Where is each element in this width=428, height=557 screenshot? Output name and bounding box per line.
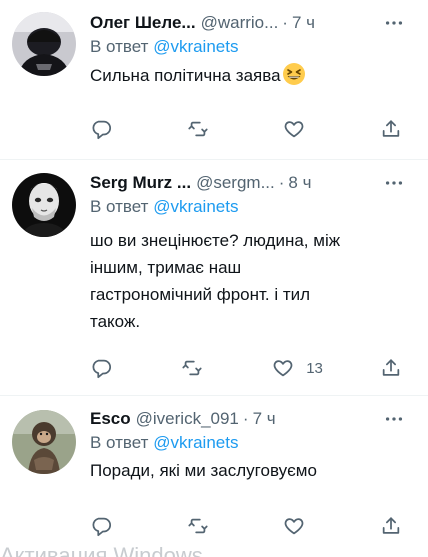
reply-context: В ответ @vkrainets <box>90 433 238 453</box>
tweet-2[interactable]: Serg Murz ... @sergm... · 8 ч В ответ @v… <box>0 160 428 396</box>
reply-mention-link[interactable]: @vkrainets <box>153 433 238 452</box>
tweet-text-line: шо ви знецінюєте? людина, між <box>90 231 341 250</box>
timestamp[interactable]: 7 ч <box>292 13 315 33</box>
ellipsis-icon <box>385 181 403 185</box>
like-button[interactable]: 13 <box>272 353 323 383</box>
author-name[interactable]: Serg Murz ... <box>90 173 191 193</box>
retweet-button[interactable] <box>187 114 221 144</box>
retweet-icon <box>188 518 208 534</box>
ellipsis-icon <box>385 21 403 25</box>
timestamp[interactable]: 8 ч <box>288 173 311 193</box>
like-button[interactable] <box>283 114 317 144</box>
tweet-text-line: також. <box>90 312 141 331</box>
retweet-button[interactable] <box>181 353 215 383</box>
separator-dot: · <box>282 13 288 32</box>
tweet-actions: 13 <box>90 353 410 383</box>
user-avatar-image <box>12 173 76 237</box>
retweet-icon <box>188 121 208 137</box>
share-icon <box>382 120 400 137</box>
reply-prefix: В ответ <box>90 197 149 216</box>
author-name[interactable]: Esco <box>90 409 131 429</box>
reply-mention-link[interactable]: @vkrainets <box>153 37 238 56</box>
more-options-button[interactable] <box>378 171 410 195</box>
author-handle[interactable]: @warrio... <box>201 13 279 33</box>
avatar[interactable] <box>12 173 76 237</box>
reply-icon <box>92 120 112 140</box>
heart-icon <box>284 518 304 535</box>
share-button[interactable] <box>380 353 410 383</box>
reply-button[interactable] <box>90 114 124 144</box>
tweet-1[interactable]: Олег Шеле... @warrio... · 7 ч В ответ @v… <box>0 0 428 160</box>
tweet-text: Сильна політична заява <box>90 62 412 94</box>
tweet-text-line: Сильна політична заява <box>90 66 281 85</box>
tweet-text: шо ви знецінюєте? людина, між іншим, три… <box>90 227 412 335</box>
reply-context: В ответ @vkrainets <box>90 37 238 57</box>
share-button[interactable] <box>380 511 410 541</box>
reply-prefix: В ответ <box>90 37 149 56</box>
retweet-button[interactable] <box>187 511 221 541</box>
separator-dot: · <box>278 173 285 192</box>
reply-button[interactable] <box>90 511 124 541</box>
tweet-text: Поради, які ми заслуговуємо <box>90 458 412 484</box>
user-avatar-image <box>12 12 76 76</box>
avatar[interactable] <box>12 410 76 474</box>
avatar[interactable] <box>12 12 76 76</box>
author-handle[interactable]: @sergm... <box>196 173 275 193</box>
windows-activation-watermark: Активация Windows <box>0 543 203 557</box>
reply-context: В ответ @vkrainets <box>90 197 238 217</box>
tweet-text-line: Поради, які ми заслуговуємо <box>90 461 317 480</box>
reply-icon <box>92 517 112 537</box>
author-name[interactable]: Олег Шеле... <box>90 13 196 33</box>
tweet-text-line: іншим, тримає наш <box>90 258 242 277</box>
share-button[interactable] <box>380 114 410 144</box>
reply-button[interactable] <box>90 353 124 383</box>
user-avatar-image <box>12 410 76 474</box>
like-button[interactable] <box>283 511 317 541</box>
more-options-button[interactable] <box>378 11 410 35</box>
share-icon <box>382 359 400 376</box>
reply-icon <box>92 359 112 379</box>
heart-icon <box>273 360 293 377</box>
tweet-text-line: гастрономічний фронт. і тил <box>90 285 311 304</box>
more-options-button[interactable] <box>378 407 410 431</box>
ellipsis-icon <box>385 417 403 421</box>
share-icon <box>382 517 400 534</box>
grinning-squinting-face-icon <box>282 62 306 94</box>
reply-prefix: В ответ <box>90 433 149 452</box>
like-count: 13 <box>306 359 323 377</box>
timestamp[interactable]: 7 ч <box>253 409 276 429</box>
tweet-3[interactable]: Esco @iverick_091 · 7 ч В ответ @vkraine… <box>0 396 428 557</box>
reply-mention-link[interactable]: @vkrainets <box>153 197 238 216</box>
retweet-icon <box>182 360 202 376</box>
tweet-actions <box>90 114 410 144</box>
separator-dot: · <box>242 409 249 428</box>
tweet-actions <box>90 511 410 541</box>
author-handle[interactable]: @iverick_091 <box>136 409 239 429</box>
heart-icon <box>284 121 304 138</box>
